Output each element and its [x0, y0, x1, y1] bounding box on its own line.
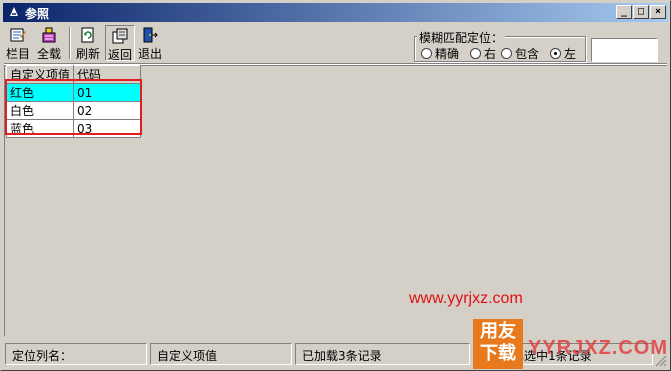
back-icon — [112, 28, 128, 44]
maximize-button[interactable]: □ — [633, 5, 649, 19]
reference-window: 参照 _ □ × 栏目 全载 刷新 返回 退出 模糊匹配定位： 精确 右 包含 … — [0, 0, 671, 371]
radio-contains-indicator — [501, 48, 512, 59]
fuzzy-match-title: 模糊匹配定位： — [417, 29, 506, 46]
resize-grip-icon[interactable] — [655, 355, 667, 367]
watermark-logo-line2: 下载 — [480, 343, 516, 364]
radio-contains[interactable]: 包含 — [501, 45, 539, 62]
radio-left-indicator — [550, 48, 561, 59]
status-loaded-count: 已加载3条记录 — [295, 343, 470, 365]
load-all-icon — [42, 27, 56, 43]
close-button[interactable]: × — [650, 5, 666, 19]
toolbar-separator — [69, 27, 71, 59]
locate-input[interactable] — [591, 38, 658, 62]
radio-exact-indicator — [421, 48, 432, 59]
rows-highlight-annotation — [5, 79, 142, 135]
radio-left[interactable]: 左 — [550, 45, 576, 62]
exit-label: 退出 — [137, 47, 162, 61]
radio-left-label: 左 — [564, 47, 577, 61]
minimize-button[interactable]: _ — [616, 5, 632, 19]
watermark-logo: 用友 下载 — [473, 319, 523, 369]
refresh-icon — [81, 27, 94, 43]
exit-button[interactable]: 退出 — [137, 25, 163, 61]
window-title: 参照 — [25, 7, 50, 21]
radio-right-indicator — [470, 48, 481, 59]
radio-exact[interactable]: 精确 — [421, 45, 459, 62]
load-all-label: 全载 — [36, 47, 61, 61]
refresh-label: 刷新 — [75, 47, 100, 61]
back-label: 返回 — [107, 48, 132, 62]
columns-icon — [10, 28, 26, 42]
radio-exact-label: 精确 — [435, 47, 460, 61]
radio-right[interactable]: 右 — [470, 45, 496, 62]
title-bar[interactable]: 参照 _ □ × — [3, 3, 668, 22]
columns-button[interactable]: 栏目 — [5, 25, 31, 61]
back-button[interactable]: 返回 — [105, 25, 135, 62]
watermark-site: YYRJXZ.COM — [528, 337, 669, 359]
radio-right-label: 右 — [484, 47, 497, 61]
status-locate-column-value: 自定义项值 — [150, 343, 292, 365]
refresh-button[interactable]: 刷新 — [73, 25, 103, 61]
watermark-logo-line1: 用友 — [480, 321, 516, 342]
app-icon — [10, 7, 18, 16]
watermark-url: www.yyrjxz.com — [409, 290, 523, 307]
load-all-button[interactable]: 全载 — [34, 25, 64, 61]
columns-label: 栏目 — [5, 47, 30, 61]
status-locate-column-label: 定位列名： — [5, 343, 147, 365]
exit-icon — [143, 27, 158, 43]
radio-contains-label: 包含 — [515, 47, 540, 61]
